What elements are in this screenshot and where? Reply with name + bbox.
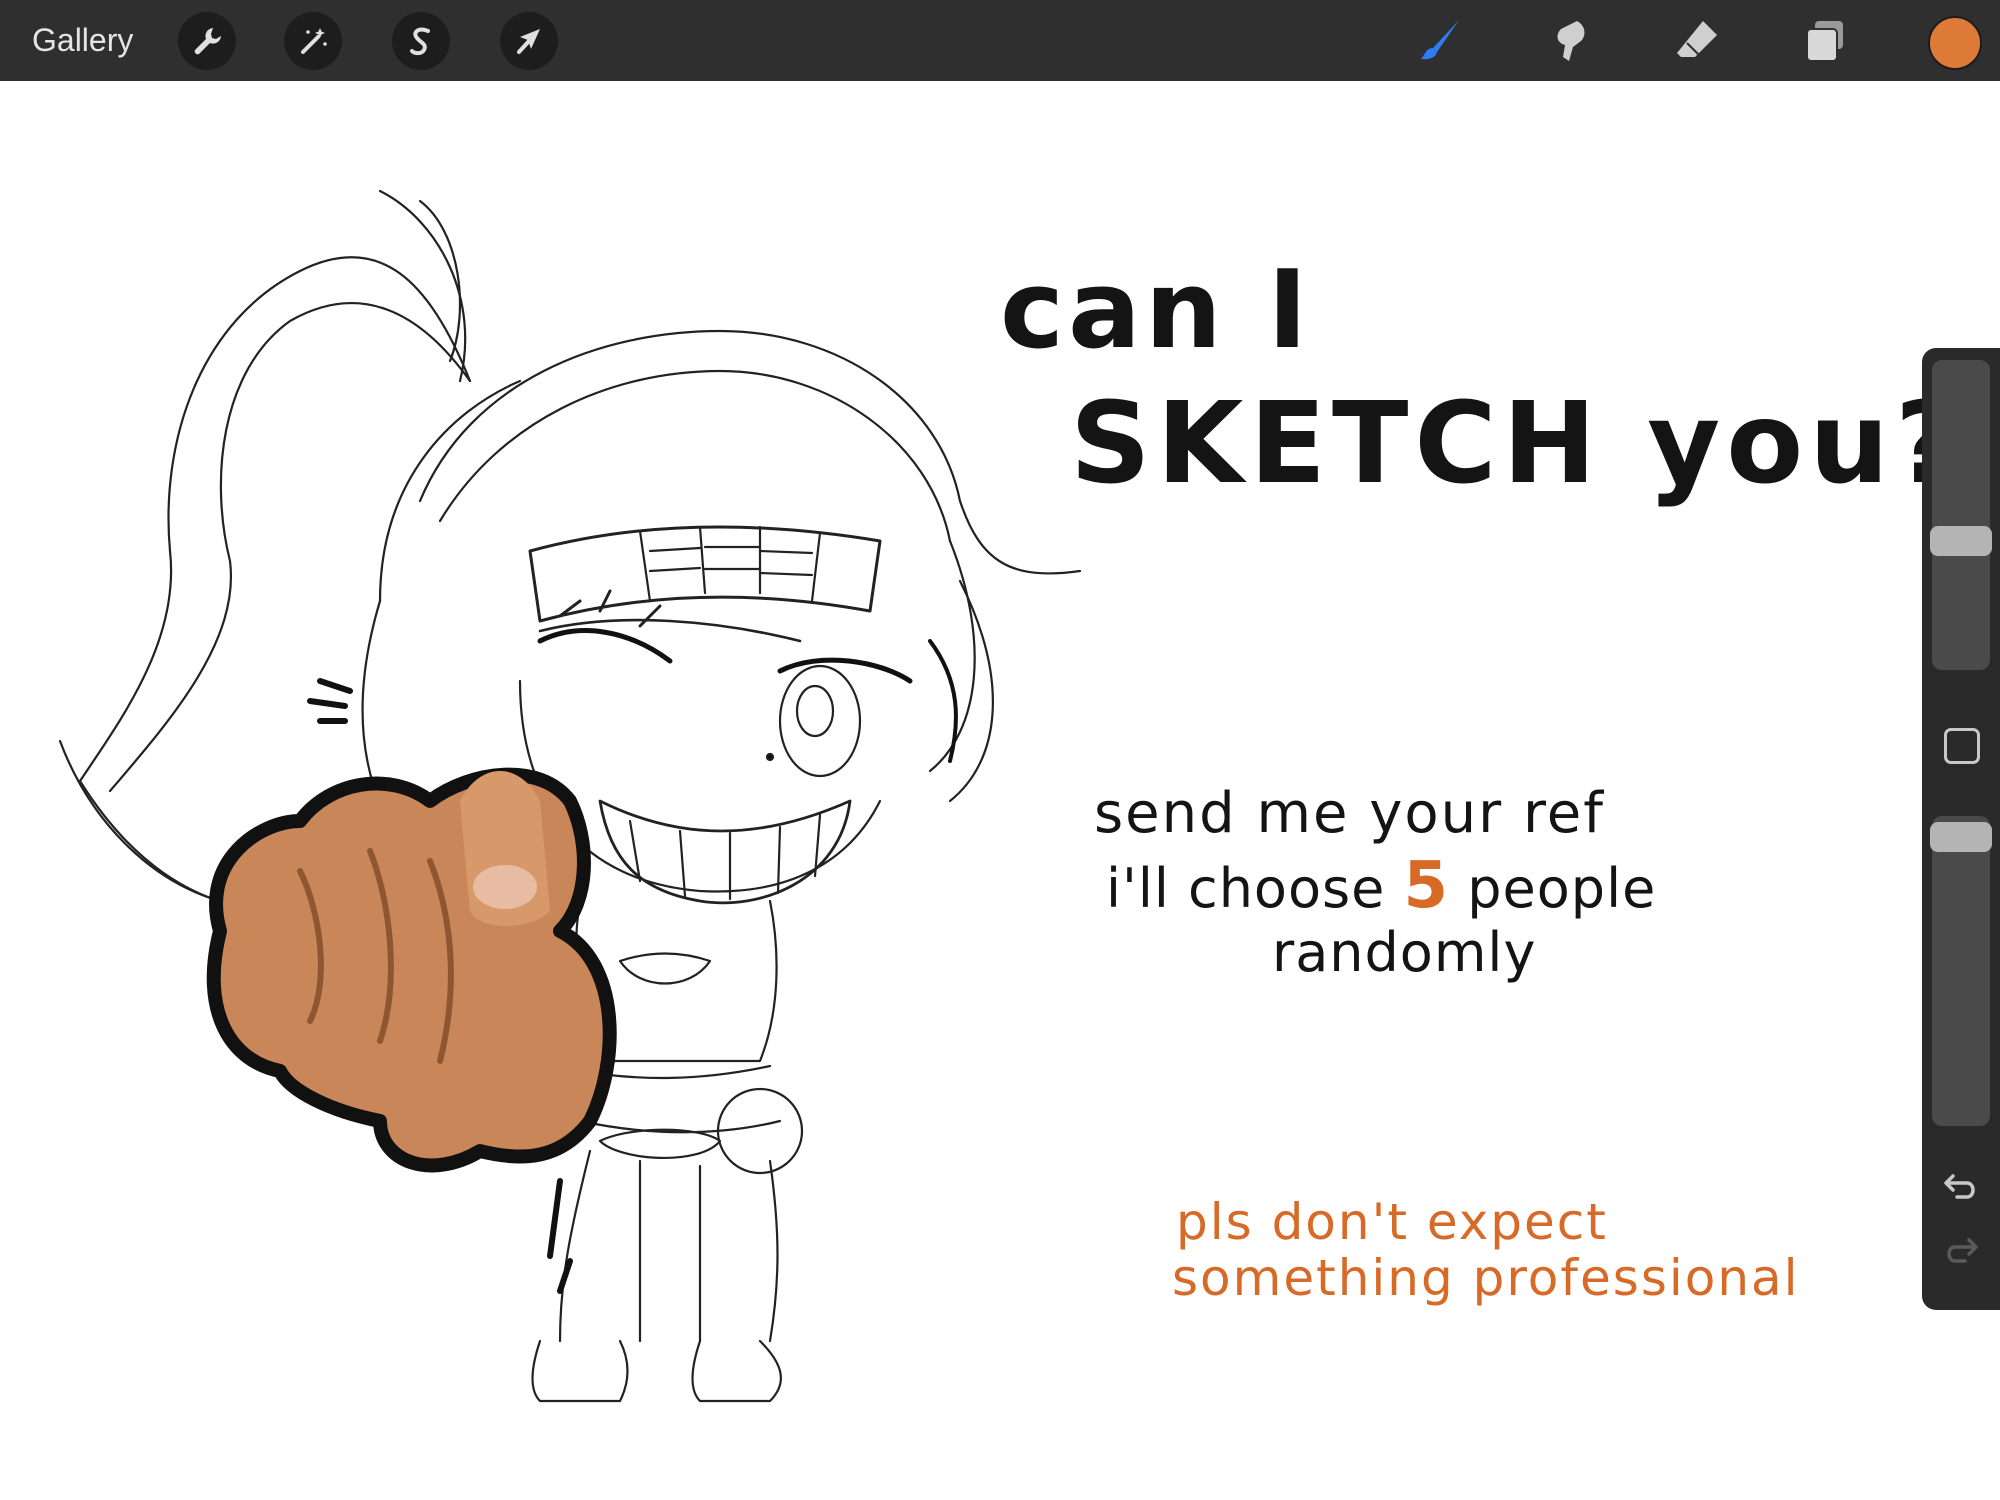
brush-opacity-handle[interactable] (1930, 822, 1992, 852)
arrow-cursor-icon (517, 29, 540, 54)
body-text-line1: send me your ref (1094, 781, 1605, 846)
adjustments-button[interactable] (284, 12, 342, 70)
selection-s-icon (410, 27, 430, 56)
smudge-icon (1557, 21, 1585, 61)
drawing-canvas[interactable]: can I SKETCH you? send me your ref i'll … (0, 81, 1960, 1500)
gallery-button[interactable]: Gallery (32, 18, 133, 62)
layers-tool-button[interactable] (1796, 12, 1854, 70)
brush-icon (1421, 20, 1459, 60)
layers-icon (1806, 21, 1843, 62)
actions-button[interactable] (178, 12, 236, 70)
eraser-icon (1677, 21, 1717, 58)
redo-icon[interactable] (1941, 1230, 1981, 1270)
brush-tool-button[interactable] (1410, 12, 1468, 70)
body-text-line3: randomly (1272, 921, 1537, 984)
disclaimer-line2: something professional (1172, 1249, 1800, 1307)
top-toolbar: Gallery (0, 0, 2000, 81)
color-picker-swatch[interactable] (1928, 16, 1982, 70)
magic-wand-icon (301, 28, 327, 54)
wrench-icon (194, 28, 221, 55)
eraser-tool-button[interactable] (1668, 12, 1726, 70)
selection-button[interactable] (392, 12, 450, 70)
body-text-line2-suffix: people (1467, 857, 1657, 920)
pointing-hand-photo (206, 767, 617, 1173)
headline-line1: can I (1000, 248, 1312, 373)
brush-size-handle[interactable] (1930, 526, 1992, 556)
undo-icon[interactable] (1941, 1166, 1981, 1206)
highlight-number: 5 (1403, 849, 1450, 923)
headline-line2: SKETCH you? (1070, 379, 1966, 509)
smudge-tool-button[interactable] (1540, 12, 1598, 70)
body-text-line2-prefix: i'll choose (1106, 857, 1386, 920)
modify-square-icon[interactable] (1944, 728, 1980, 764)
brush-opacity-slider[interactable] (1930, 816, 1992, 1126)
brush-size-slider[interactable] (1930, 360, 1992, 670)
body-text-line2: i'll choose 5 people (1106, 849, 1656, 923)
right-sidebar (1922, 348, 2000, 1310)
transform-button[interactable] (500, 12, 558, 70)
disclaimer-line1: pls don't expect (1176, 1193, 1608, 1251)
